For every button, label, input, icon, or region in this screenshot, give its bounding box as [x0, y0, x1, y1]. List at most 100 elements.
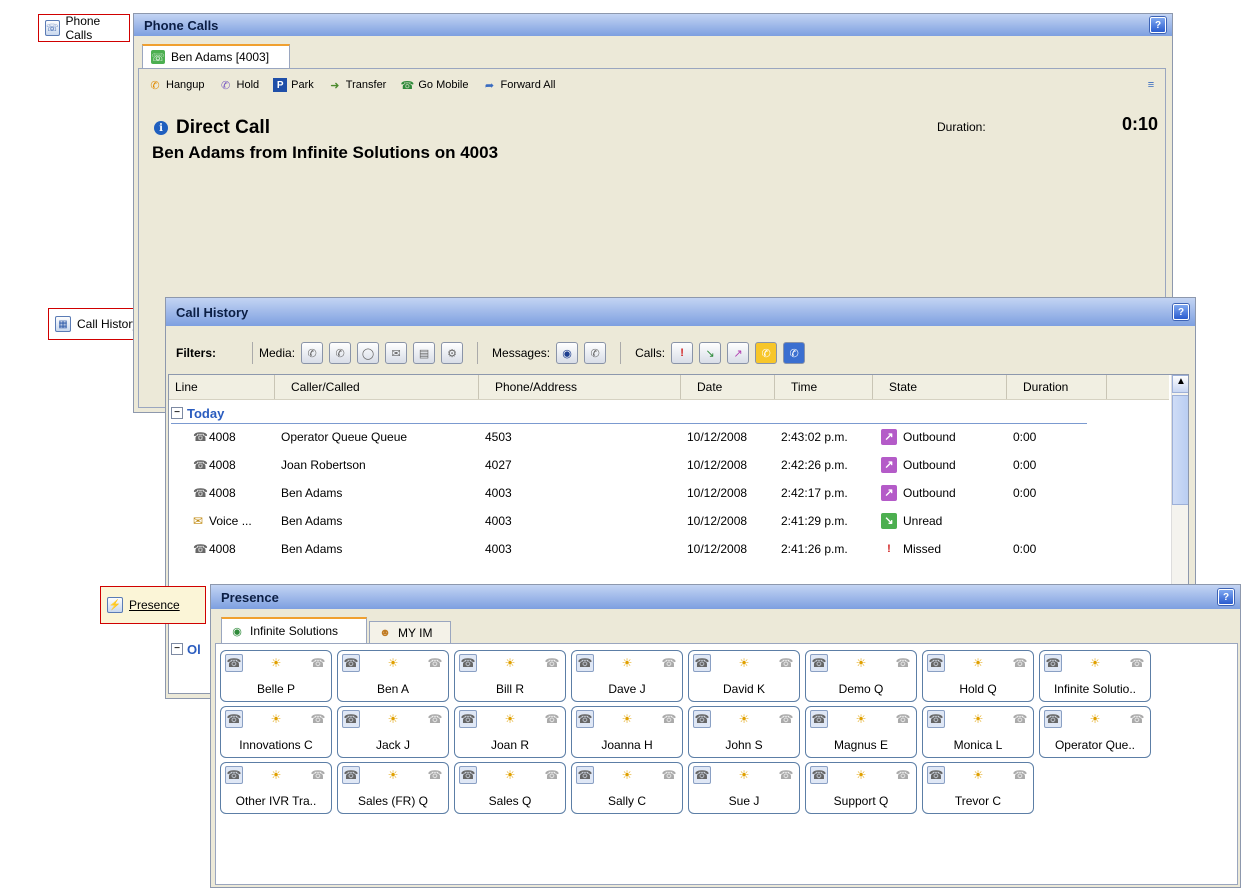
- table-row[interactable]: ☎ 4008 Operator Queue Queue 4503 10/12/2008 2…: [169, 425, 1169, 449]
- presence-card[interactable]: ☎ ☀ ☎ Trevor C: [922, 762, 1034, 814]
- presence-card[interactable]: ☎ ☀ ☎ Joanna H: [571, 706, 683, 758]
- presence-status-icon: ☀: [972, 712, 984, 726]
- column-header-state[interactable]: State: [873, 375, 1007, 399]
- presence-card[interactable]: ☎ ☀ ☎ Sales Q: [454, 762, 566, 814]
- table-row[interactable]: ✉ Voice ... Ben Adams 4003 10/12/2008 2:41:29…: [169, 509, 1169, 533]
- presence-launcher[interactable]: ⚡ Presence: [100, 586, 206, 624]
- media-other-filter[interactable]: ⚙: [441, 342, 464, 364]
- presence-card-name: Sales (FR) Q: [357, 794, 428, 808]
- hold-button[interactable]: ✆ Hold: [219, 78, 260, 92]
- globe-icon: ◉: [232, 625, 242, 638]
- column-header-date[interactable]: Date: [681, 375, 775, 399]
- presence-card[interactable]: ☎ ☀ ☎ Jack J: [337, 706, 449, 758]
- presence-card[interactable]: ☎ ☀ ☎ Monica L: [922, 706, 1034, 758]
- phone-status-icon: ☎: [459, 766, 477, 784]
- scroll-up-button[interactable]: ▲: [1172, 375, 1188, 393]
- messages-voicemail-filter[interactable]: ◉: [556, 342, 579, 364]
- phone-calls-launcher[interactable]: ☏ Phone Calls: [38, 14, 130, 42]
- hold-label: Hold: [236, 79, 260, 91]
- table-row[interactable]: ☎ 4008 Ben Adams 4003 10/12/2008 2:42:17 p.m.…: [169, 481, 1169, 505]
- transfer-icon: ➜: [330, 79, 340, 92]
- presence-card[interactable]: ☎ ☀ ☎ Sales (FR) Q: [337, 762, 449, 814]
- group-other[interactable]: − Ol: [171, 639, 201, 659]
- presence-card-name: Trevor C: [954, 794, 1002, 808]
- phone-cell: 4003: [485, 514, 512, 528]
- table-row[interactable]: ☎ 4008 Ben Adams 4003 10/12/2008 2:41:26 p.m.…: [169, 537, 1169, 561]
- transfer-button[interactable]: ➜ Transfer: [328, 78, 386, 92]
- presence-card[interactable]: ☎ ☀ ☎ Belle P: [220, 650, 332, 702]
- media-email-filter[interactable]: ✉: [385, 342, 408, 364]
- media-sms-filter[interactable]: ▤: [413, 342, 436, 364]
- calls-yellow-filter[interactable]: ✆: [755, 342, 778, 364]
- filter-separator: [620, 342, 622, 364]
- collapse-icon[interactable]: −: [171, 407, 183, 419]
- column-header-line[interactable]: Line: [169, 375, 275, 399]
- presence-status-icon: ☀: [738, 768, 750, 782]
- tab-ben-adams[interactable]: ☏ Ben Adams [4003]: [142, 44, 290, 68]
- presence-status-icon: ☀: [621, 656, 633, 670]
- call-info: i Direct Call Ben Adams from Infinite So…: [152, 117, 498, 163]
- presence-card[interactable]: ☎ ☀ ☎ Ben A: [337, 650, 449, 702]
- collapse-icon[interactable]: −: [171, 643, 183, 655]
- presence-icon: ⚡: [107, 597, 123, 613]
- presence-card[interactable]: ☎ ☀ ☎ John S: [688, 706, 800, 758]
- presence-status-icon: ☀: [387, 768, 399, 782]
- table-row[interactable]: ☎ 4008 Joan Robertson 4027 10/12/2008 2:42:26…: [169, 453, 1169, 477]
- im-status-icon: ☎: [427, 656, 443, 670]
- presence-card[interactable]: ☎ ☀ ☎ Operator Que..: [1039, 706, 1151, 758]
- presence-card[interactable]: ☎ ☀ ☎ Infinite Solutio..: [1039, 650, 1151, 702]
- scroll-thumb[interactable]: [1172, 395, 1188, 505]
- calls-inbound-filter[interactable]: ↘: [699, 342, 722, 364]
- presence-card[interactable]: ☎ ☀ ☎ Joan R: [454, 706, 566, 758]
- group-today[interactable]: − Today: [171, 403, 1087, 424]
- presence-card[interactable]: ☎ ☀ ☎ Demo Q: [805, 650, 917, 702]
- filter-separator: [252, 342, 254, 364]
- presence-card[interactable]: ☎ ☀ ☎ Dave J: [571, 650, 683, 702]
- tab-my-im[interactable]: ☻ MY IM: [369, 621, 451, 643]
- column-header-phone[interactable]: Phone/Address: [479, 375, 681, 399]
- media-fax-filter[interactable]: ✆: [329, 342, 352, 364]
- column-header-duration[interactable]: Duration: [1007, 375, 1107, 399]
- tab-infinite-solutions[interactable]: ◉ Infinite Solutions: [221, 617, 367, 643]
- presence-card[interactable]: ☎ ☀ ☎ Support Q: [805, 762, 917, 814]
- presence-status-icon: ☀: [387, 656, 399, 670]
- presence-card[interactable]: ☎ ☀ ☎ Sue J: [688, 762, 800, 814]
- presence-help-button[interactable]: ?: [1218, 589, 1234, 605]
- messages-fax-filter[interactable]: ✆: [584, 342, 607, 364]
- phone-status-icon: ☎: [576, 654, 594, 672]
- phone-calls-help-button[interactable]: ?: [1150, 17, 1166, 33]
- presence-card[interactable]: ☎ ☀ ☎ Other IVR Tra..: [220, 762, 332, 814]
- forward-all-button[interactable]: ➦ Forward All: [482, 78, 556, 92]
- presence-card-name: John S: [725, 738, 763, 752]
- call-history-icon: ▦: [55, 316, 71, 332]
- calls-outbound-filter[interactable]: ↗: [727, 342, 750, 364]
- hangup-button[interactable]: ✆ Hangup: [148, 78, 204, 92]
- presence-card[interactable]: ☎ ☀ ☎ Hold Q: [922, 650, 1034, 702]
- line-cell: 4008: [209, 458, 236, 472]
- phone-status-icon: ☎: [693, 710, 711, 728]
- presence-card-name: David K: [722, 682, 766, 696]
- presence-card-name: Sue J: [728, 794, 760, 808]
- presence-card[interactable]: ☎ ☀ ☎ David K: [688, 650, 800, 702]
- presence-card-name: Bill R: [495, 682, 524, 696]
- presence-card[interactable]: ☎ ☀ ☎ Bill R: [454, 650, 566, 702]
- forward-icon: ➦: [484, 79, 495, 92]
- presence-card-name: Support Q: [833, 794, 889, 808]
- media-phone-filter[interactable]: ✆: [301, 342, 324, 364]
- options-icon[interactable]: ≡: [1144, 78, 1158, 92]
- column-header-time[interactable]: Time: [775, 375, 873, 399]
- park-button[interactable]: P Park: [273, 78, 314, 92]
- presence-card[interactable]: ☎ ☀ ☎ Sally C: [571, 762, 683, 814]
- go-mobile-button[interactable]: ☎ Go Mobile: [400, 78, 468, 92]
- call-history-help-button[interactable]: ?: [1173, 304, 1189, 320]
- im-status-icon: ☎: [427, 768, 443, 782]
- calls-missed-filter[interactable]: !: [671, 342, 694, 364]
- media-chat-filter[interactable]: ◯: [357, 342, 380, 364]
- call-type: Direct Call: [176, 117, 270, 138]
- presence-status-icon: ☀: [504, 712, 516, 726]
- presence-card[interactable]: ☎ ☀ ☎ Innovations C: [220, 706, 332, 758]
- calls-blue-filter[interactable]: ✆: [783, 342, 806, 364]
- column-header-caller[interactable]: Caller/Called: [275, 375, 479, 399]
- filters-bar: Filters: Media: ✆ ✆ ◯ ✉ ▤ ⚙ Messages: ◉ …: [176, 338, 806, 368]
- presence-card[interactable]: ☎ ☀ ☎ Magnus E: [805, 706, 917, 758]
